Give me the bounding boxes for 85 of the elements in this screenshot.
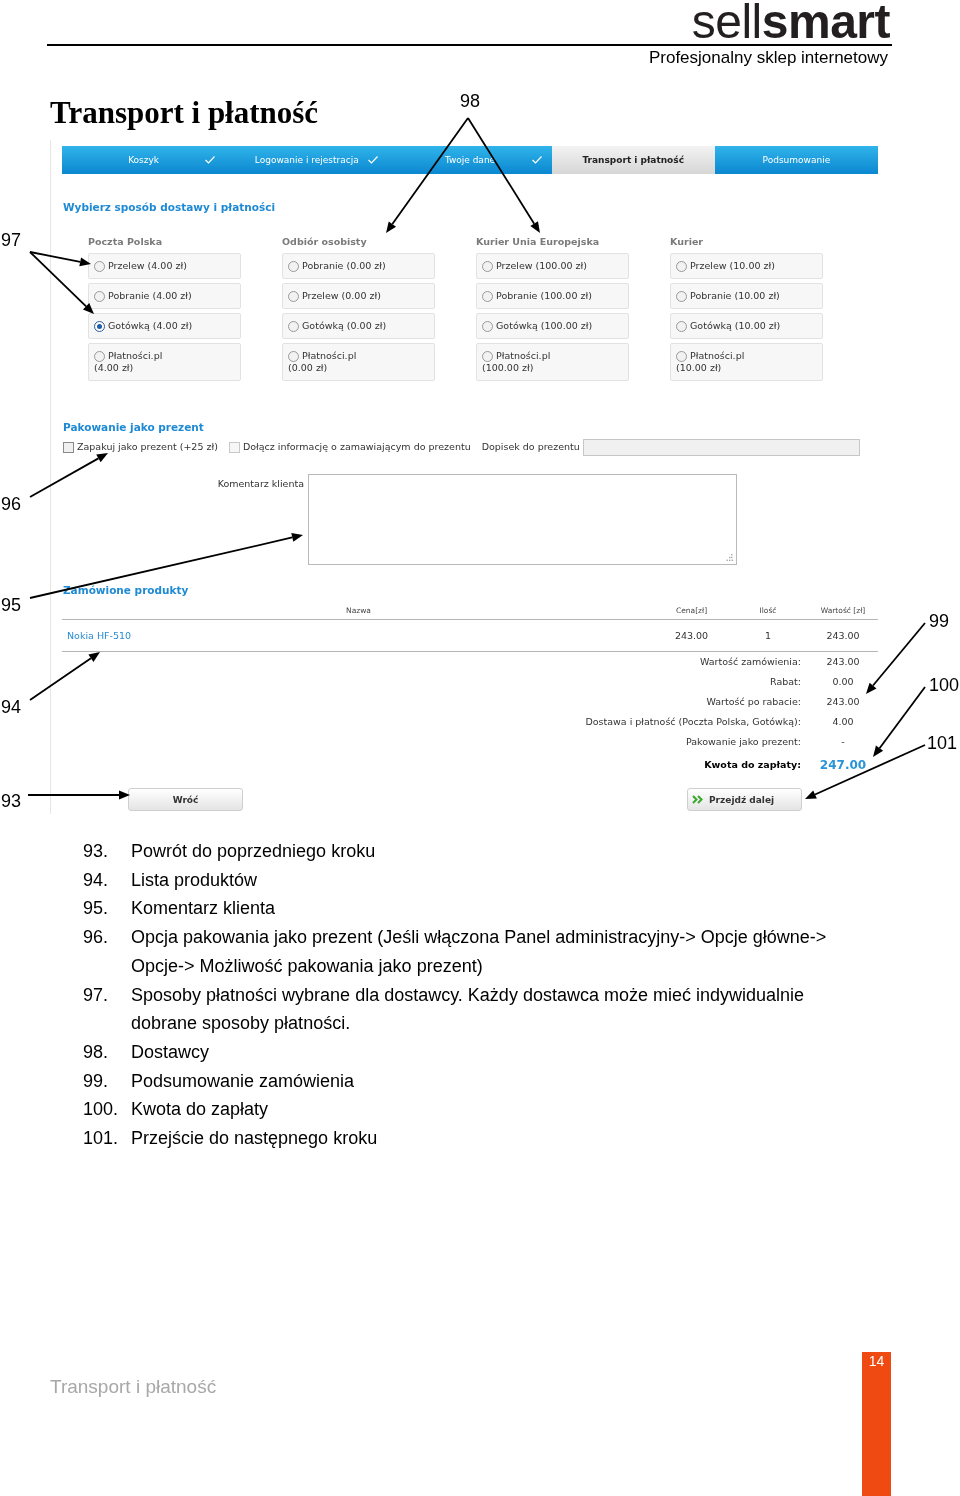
callout-number: 101	[927, 732, 958, 754]
payment-option[interactable]: Płatności.pl (0.00 zł)	[282, 343, 435, 381]
callout-number: 93	[1, 790, 22, 812]
footer-title: Transport i płatność	[50, 1376, 217, 1398]
legend-number: 93.	[83, 840, 110, 863]
payment-option[interactable]: Przelew (10.00 zł)	[670, 253, 823, 279]
section-heading: Wybierz sposób dostawy i płatności	[63, 200, 276, 214]
checkbox-label: Zapakuj jako prezent (+25 zł)	[77, 441, 218, 453]
legend-number: 98.	[83, 1040, 110, 1064]
carrier-name: Odbiór osobisty	[282, 235, 368, 249]
legend-text: Sposoby płatności wybrane dla dostawcy. Każdy dostawca może mieć indywidualnie dobrane sposoby płatności.	[131, 983, 805, 1036]
legend-text: Dostawcy	[131, 1040, 211, 1064]
legend-text: Kwota do zapłaty	[131, 1098, 270, 1122]
callout-number: 99	[929, 610, 950, 632]
summary-label: Dostawa i płatność (Poczta Polska, Gotówką):	[585, 716, 801, 728]
payment-option[interactable]: Pobranie (10.00 zł)	[670, 283, 823, 309]
table-cell: 243.00	[826, 629, 860, 642]
legend-number: 94.	[83, 868, 110, 892]
callout-number: 98	[460, 90, 481, 112]
comment-field[interactable]	[308, 474, 737, 565]
carrier-name: Kurier Unia Europejska	[476, 235, 601, 249]
payment-option[interactable]: Pobranie (100.00 zł)	[476, 283, 629, 309]
summary-value: 243.00	[826, 656, 860, 668]
callout-number: 97	[1, 229, 22, 251]
checkbox[interactable]	[63, 441, 74, 453]
next-button[interactable]: Przejdź dalej	[687, 788, 802, 811]
summary-label: Wartość po rabacie:	[706, 696, 801, 708]
summary-value: 0.00	[832, 676, 854, 688]
payment-option[interactable]: Przelew (100.00 zł)	[476, 253, 629, 279]
table-cell: 1	[764, 629, 771, 642]
payment-option[interactable]: Płatności.pl (4.00 zł)	[88, 343, 241, 381]
callout-number: 94	[1, 696, 22, 718]
summary-label: Kwota do zapłaty:	[704, 759, 801, 771]
resize-grip-icon[interactable]	[726, 554, 733, 561]
payment-option[interactable]: Płatności.pl (100.00 zł)	[476, 343, 629, 381]
summary-value: -	[841, 736, 845, 748]
payment-option[interactable]: Płatności.pl (10.00 zł)	[670, 343, 823, 381]
note-field[interactable]	[582, 438, 860, 456]
legend-number: 96.	[83, 926, 110, 950]
payment-option[interactable]: Gotówką (0.00 zł)	[282, 313, 435, 339]
step-tab[interactable]: Transport i płatność	[551, 146, 715, 174]
legend-text: Przejście do następnego kroku	[131, 1127, 379, 1151]
callout-number: 100	[929, 674, 960, 696]
logo: sellsmart	[691, 0, 890, 44]
double-chevron-icon	[692, 795, 703, 804]
page-number: 14	[868, 1352, 885, 1370]
legend-number: 99.	[83, 1069, 110, 1093]
payment-option[interactable]: Pobranie (4.00 zł)	[88, 283, 241, 309]
payment-option[interactable]: Gotówką (4.00 zł)	[88, 313, 241, 339]
legend-text: Komentarz klienta	[131, 897, 277, 921]
product-link[interactable]: Nokia HF-510	[67, 629, 132, 642]
summary-label: Pakowanie jako prezent:	[685, 736, 801, 748]
section-heading: Pakowanie jako prezent	[63, 420, 204, 434]
callout-arrow	[29, 652, 100, 701]
legend-text: Opcja pakowania jako prezent (Jeśli włączona Panel administracyjny-> Opcje główne-> Opcje-> Możliwość pakowania jako prezent)	[131, 926, 828, 978]
carrier-name: Kurier	[670, 235, 705, 249]
callout-number: 96	[1, 493, 22, 515]
legend-text: Lista produktów	[131, 868, 259, 892]
payment-option[interactable]: Gotówką (100.00 zł)	[476, 313, 629, 339]
table-cell: 243.00	[674, 629, 709, 642]
checkbox-label: Dołącz informację o zamawiającym do prezentu	[242, 441, 471, 453]
legend-text: Powrót do poprzedniego kroku	[131, 840, 377, 863]
tagline-text: Profesjonalny sklep internetowy	[648, 48, 888, 68]
back-button[interactable]: Wróć	[128, 788, 243, 811]
summary-value: 243.00	[826, 696, 860, 708]
carrier-name: Poczta Polska	[88, 235, 164, 249]
field-label: Dopisek do prezentu	[481, 441, 580, 453]
callout-arrow	[866, 622, 926, 694]
section-heading: Zamówione produkty	[63, 583, 189, 597]
payment-option[interactable]: Przelew (4.00 zł)	[88, 253, 241, 279]
callout-number: 95	[1, 594, 22, 616]
field-label: Komentarz klienta	[217, 478, 304, 491]
page-title: Transport i płatność	[50, 95, 319, 131]
legend-text: Podsumowanie zamówienia	[131, 1069, 356, 1093]
legend-number: 101.	[83, 1127, 120, 1151]
summary-value: 4.00	[832, 716, 854, 728]
payment-option[interactable]: Gotówką (10.00 zł)	[670, 313, 823, 339]
legend-number: 95.	[83, 897, 110, 921]
legend-number: 97.	[83, 983, 110, 1007]
summary-label: Wartość zamówienia:	[699, 656, 801, 668]
payment-option[interactable]: Pobranie (0.00 zł)	[282, 253, 435, 279]
summary-label: Rabat:	[770, 676, 801, 688]
total-amount: 247.00	[819, 757, 867, 773]
payment-option[interactable]: Przelew (0.00 zł)	[282, 283, 435, 309]
legend-number: 100.	[83, 1098, 120, 1122]
